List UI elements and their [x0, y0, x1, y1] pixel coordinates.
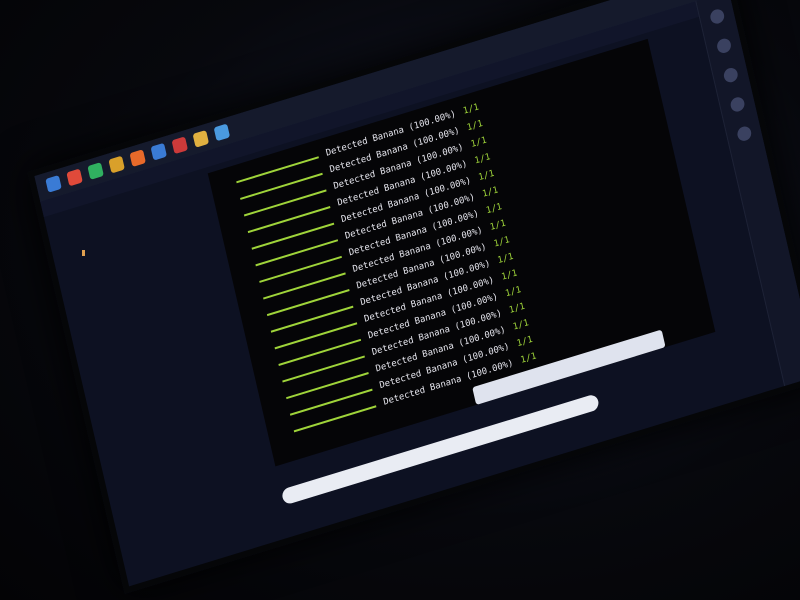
app-icon[interactable]: [213, 123, 231, 142]
log-file-path: [277, 427, 281, 444]
app-icon[interactable]: [66, 168, 83, 187]
app-icon[interactable]: [129, 149, 146, 168]
sidebar-icon[interactable]: [729, 95, 746, 114]
log-speed: [246, 259, 250, 276]
log-speed: [261, 325, 265, 342]
log-file-path: [231, 228, 235, 245]
sidebar-icon[interactable]: [736, 124, 753, 143]
log-file-path: [238, 261, 242, 278]
sidebar-icon[interactable]: [708, 7, 726, 26]
log-file-path: [250, 311, 254, 328]
app-icon[interactable]: [87, 162, 104, 180]
app-icon[interactable]: [108, 155, 125, 174]
log-speed: [277, 392, 281, 409]
log-file-path: [257, 344, 261, 361]
log-speed: [242, 242, 246, 259]
progress-ratio: 1/1: [519, 351, 538, 366]
log-speed: [284, 425, 288, 442]
log-file-path: [254, 328, 258, 345]
monitor-screen: Detected Banana (100.00%) 1/1 Detected Ban…: [27, 0, 800, 594]
log-file-path: [234, 245, 238, 262]
log-speed: [254, 292, 258, 309]
log-file-path: [223, 195, 227, 212]
log-speed: [280, 408, 284, 425]
log-speed: [227, 176, 231, 193]
log-file-path: [246, 294, 250, 311]
log-speed: [269, 359, 273, 376]
log-speed: [257, 309, 261, 326]
sidebar-icon[interactable]: [722, 66, 740, 84]
log-file-path: [227, 211, 231, 228]
log-file-path: [261, 361, 265, 378]
log-file-path: [219, 178, 223, 195]
app-icon[interactable]: [192, 129, 210, 148]
log-file-path: [242, 278, 246, 295]
log-speed: [238, 226, 242, 243]
log-file-path: [265, 377, 269, 394]
app-icon[interactable]: [150, 142, 168, 161]
log-speed: [231, 192, 235, 209]
photo-scene: Detected Banana (100.00%) 1/1 Detected Ban…: [0, 0, 800, 600]
sidebar-icon[interactable]: [715, 36, 733, 55]
log-speed: [250, 275, 254, 292]
app-icon[interactable]: [45, 174, 62, 193]
mouse-cursor: [82, 250, 85, 256]
log-speed: [234, 209, 238, 226]
log-speed: [265, 342, 269, 359]
log-speed: [273, 375, 277, 392]
app-icon[interactable]: [171, 136, 189, 155]
log-file-path: [269, 394, 273, 411]
log-file-path: [273, 411, 277, 428]
